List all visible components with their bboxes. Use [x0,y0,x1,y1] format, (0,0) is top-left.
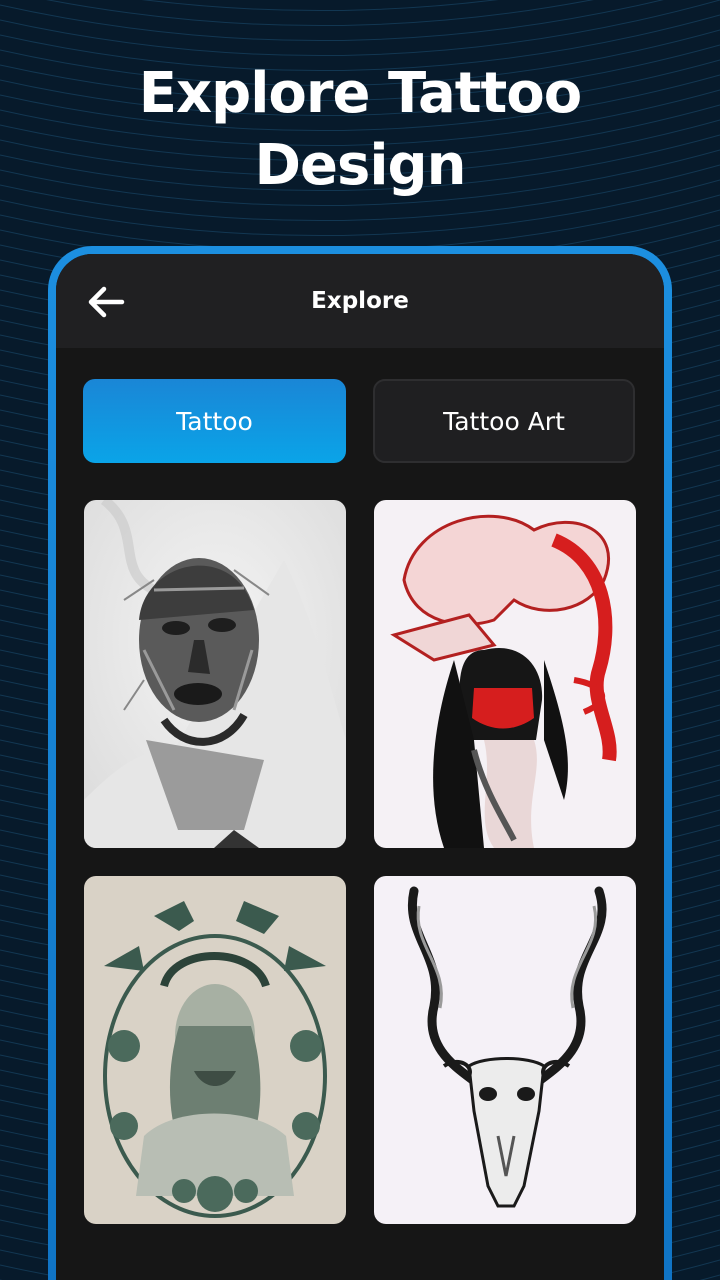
background-line [141,0,499,12]
app-bar: Explore [56,254,664,348]
background-line [0,0,720,57]
phone-frame: Explore Tattoo Tattoo Art [48,246,672,1280]
tab-tattoo[interactable]: Tattoo [83,379,346,463]
dragon-woman-image [374,500,636,848]
app-screen: Explore Tattoo Tattoo Art [56,254,664,1280]
tab-bar: Tattoo Tattoo Art [83,379,635,463]
promo-title-line1: Explore Tattoo [138,61,582,126]
promo-title-line2: Design [254,133,467,198]
gallery-card-crowned-figure[interactable] [84,876,346,1224]
tab-label: Tattoo [176,406,253,436]
tab-tattoo-art[interactable]: Tattoo Art [373,379,635,463]
gallery-card-portrait[interactable] [84,500,346,848]
crowned-figure-image [84,876,346,1224]
gallery-card-dragon-woman[interactable] [374,500,636,848]
background-line [0,0,664,42]
portrait-sketch-image [84,500,346,848]
background-line [46,0,594,27]
app-title: Explore [311,288,409,314]
horned-skull-image [374,876,636,1224]
gallery-card-horned-skull[interactable] [374,876,636,1224]
background-line [0,194,720,252]
tab-label: Tattoo Art [443,406,565,436]
promo-headline: Explore Tattoo Design [0,58,720,202]
